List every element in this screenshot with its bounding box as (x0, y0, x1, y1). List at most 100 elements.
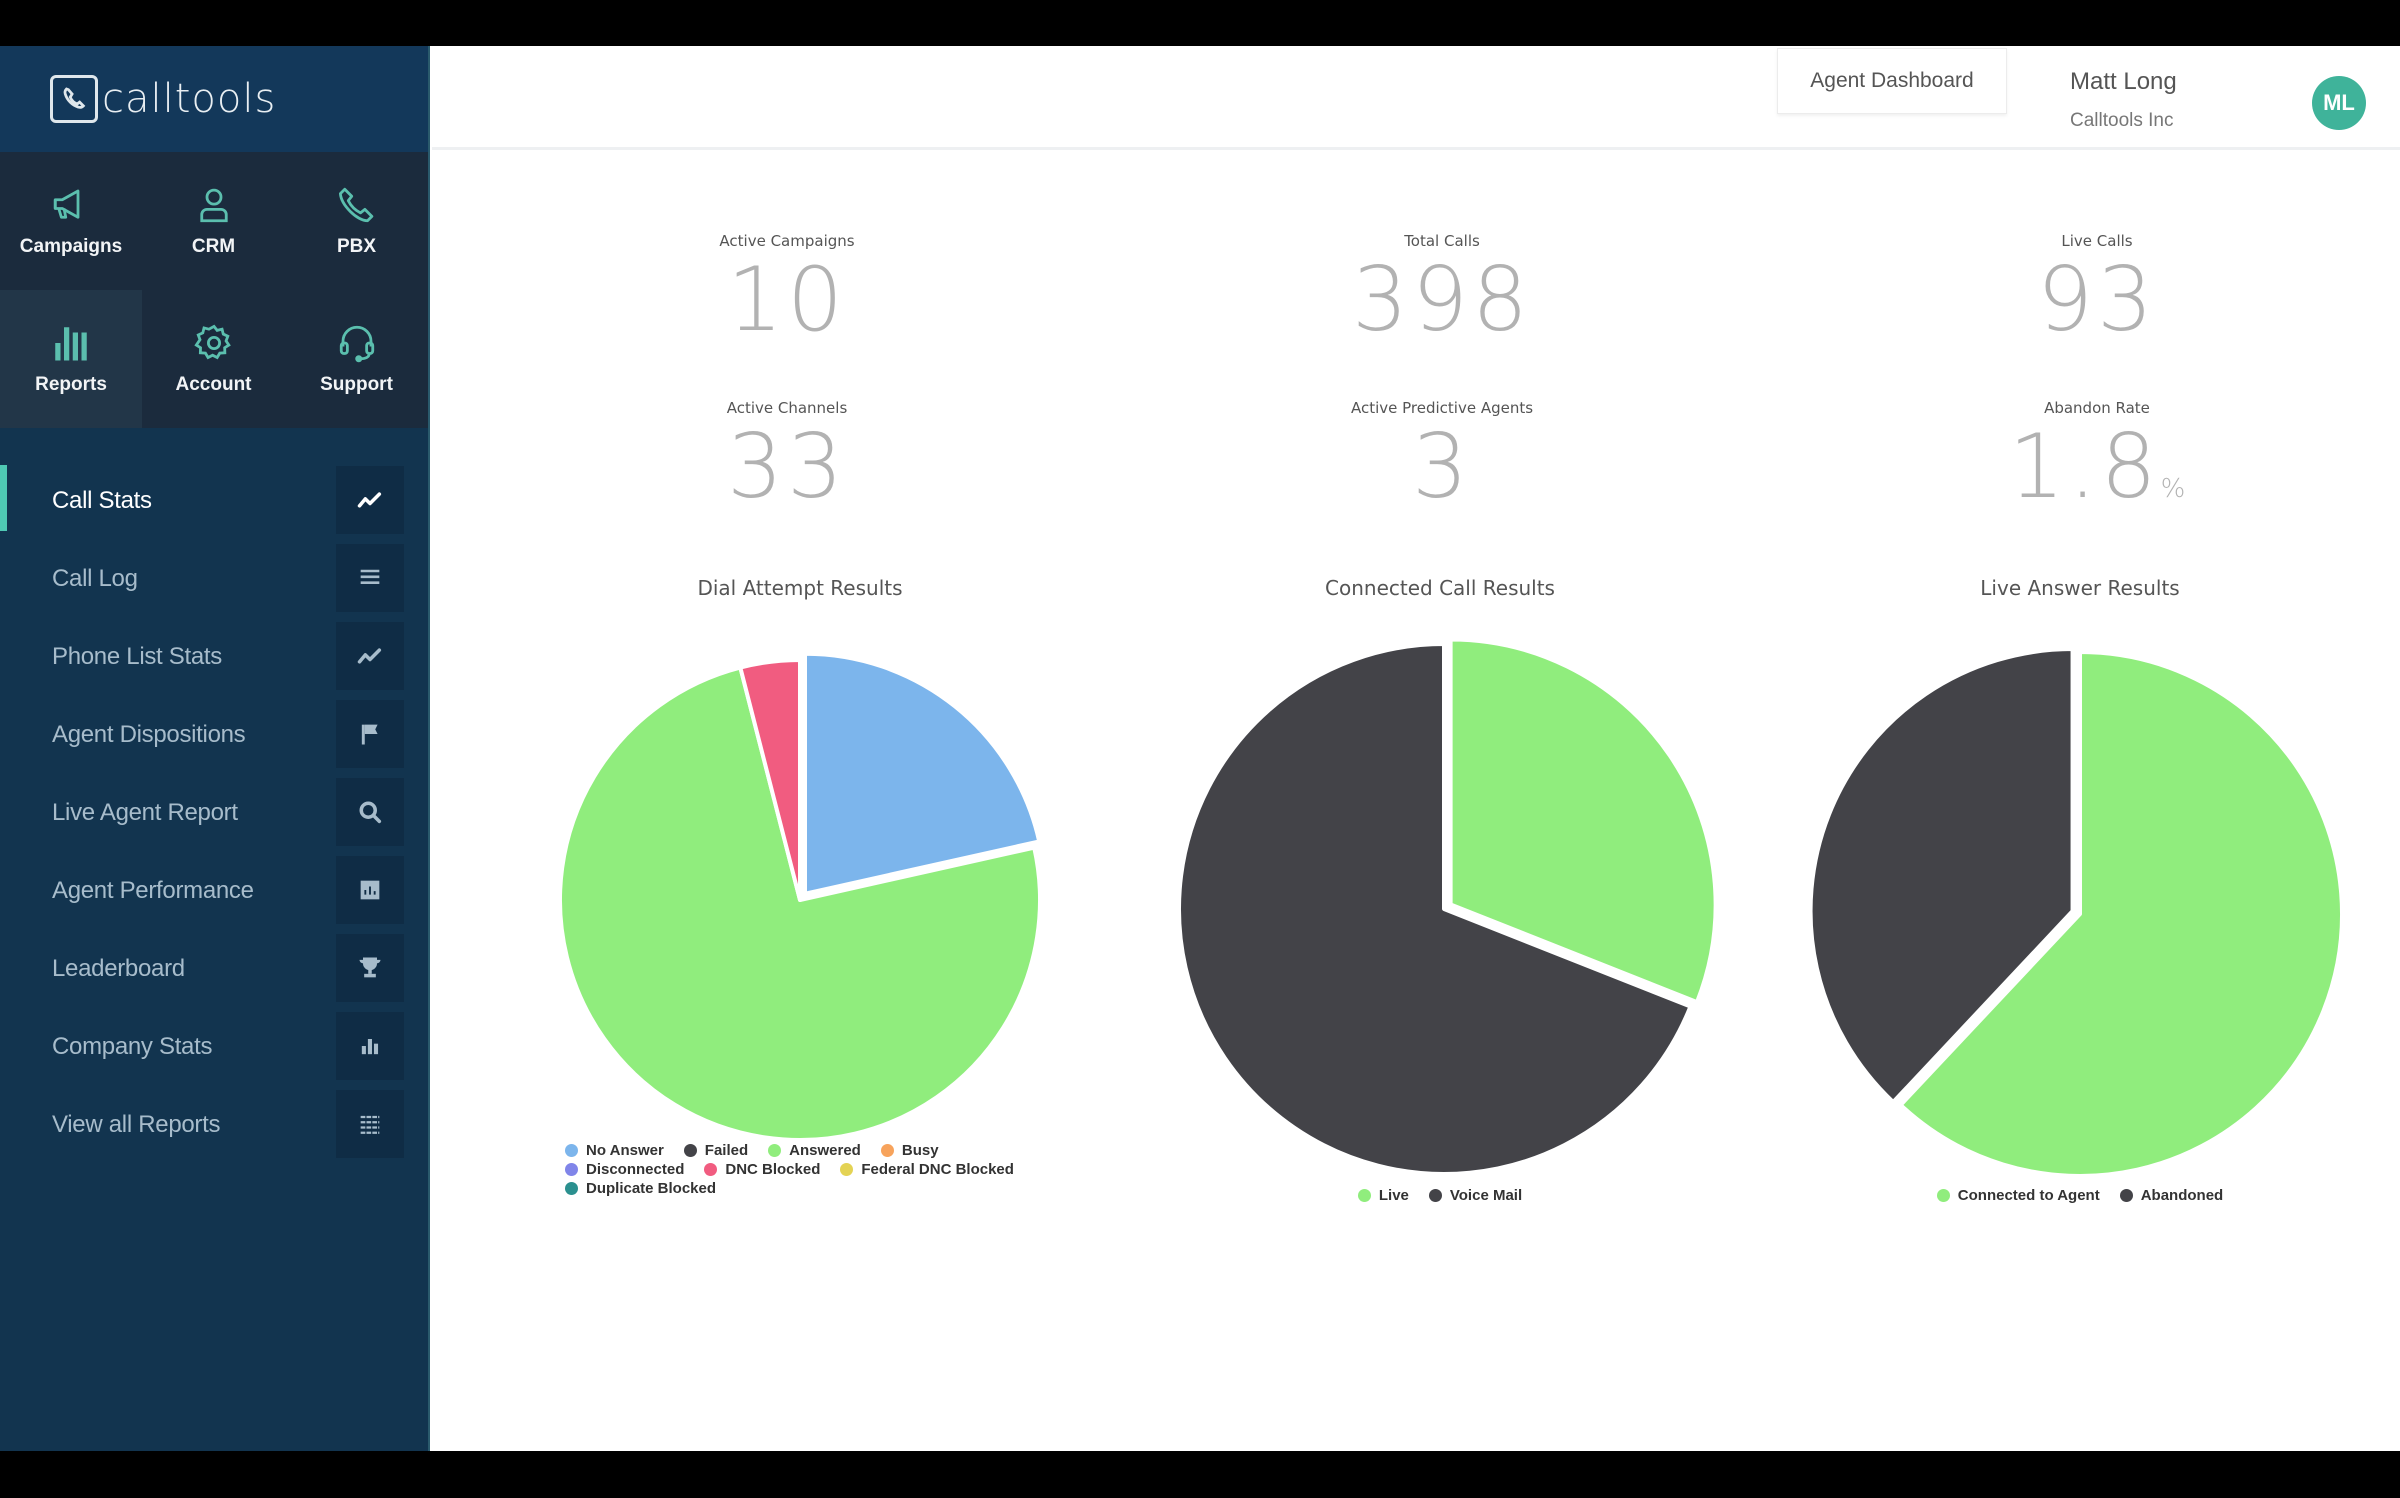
legend-item-busy[interactable]: Busy (880, 1142, 939, 1159)
stat-number: 398 (1352, 248, 1532, 351)
calltools-logo[interactable]: calltools (50, 75, 276, 123)
nav-item-call-stats[interactable]: Call Stats (0, 462, 428, 540)
nav-item-agent-performance[interactable]: Agent Performance (0, 852, 428, 930)
nav-item-agent-dispositions[interactable]: Agent Dispositions (0, 696, 428, 774)
stat-value: 398 (1242, 256, 1642, 344)
reports-nav: Call Stats Call Log Phone List Stats Age… (0, 428, 428, 1164)
nav-icon-button[interactable] (336, 622, 404, 690)
bar-chart-icon (55, 327, 87, 361)
avatar[interactable]: ML (2312, 76, 2366, 130)
legend-label: Voice Mail (1449, 1187, 1523, 1204)
legend-item-dnc-blocked[interactable]: DNC Blocked (704, 1161, 820, 1178)
nav-item-live-agent-report[interactable]: Live Agent Report (0, 774, 428, 852)
module-crm[interactable]: CRM (142, 152, 285, 290)
nav-label: Phone List Stats (52, 643, 222, 670)
headset-icon (339, 325, 374, 363)
module-pbx[interactable]: PBX (285, 152, 428, 290)
module-label: Support (320, 374, 393, 395)
pie-chart (1177, 637, 1718, 1176)
brand-name: calltools (102, 76, 277, 122)
nav-icon-button[interactable] (336, 934, 404, 1002)
module-reports[interactable]: Reports (0, 290, 142, 428)
nav-label: Leaderboard (52, 955, 185, 982)
nav-icon-button[interactable] (336, 778, 404, 846)
user-name: Matt Long (2070, 68, 2177, 95)
chart-box-icon (360, 880, 380, 900)
stat-total-calls: Total Calls 398 (1242, 232, 1642, 344)
legend-item-connected-to-agent[interactable]: Connected to Agent (1936, 1187, 2100, 1204)
stat-number: 33 (727, 415, 847, 518)
table-list-icon (360, 1115, 380, 1134)
legend-item-live[interactable]: Live (1357, 1187, 1409, 1204)
pie-chart (1808, 647, 2344, 1178)
legend-item-duplicate-blocked[interactable]: Duplicate Blocked (565, 1180, 716, 1197)
stat-active-channels: Active Channels 33 (587, 399, 987, 511)
legend-dot-icon (2119, 1189, 2133, 1202)
legend-dot-icon (704, 1163, 718, 1176)
nav-icon-button[interactable] (336, 1090, 404, 1158)
legend-dot-icon (1936, 1189, 1950, 1202)
stat-unit: % (2160, 474, 2186, 504)
nav-icon-button[interactable] (336, 700, 404, 768)
nav-item-view-all-reports[interactable]: View all Reports (0, 1086, 428, 1164)
legend-dot-icon (1357, 1189, 1371, 1202)
search-icon (359, 801, 382, 824)
legend-label: Connected to Agent (1957, 1187, 2100, 1204)
legend-item-federal-dnc-blocked[interactable]: Federal DNC Blocked (840, 1161, 1014, 1178)
chart-legend: Connected to Agent Abandoned (1790, 1187, 2370, 1204)
legend-dot-icon (880, 1144, 894, 1157)
legend-label: Busy (901, 1142, 939, 1159)
stat-value: 1.8% (1897, 423, 2297, 511)
nav-icon-button[interactable] (336, 856, 404, 924)
chart-dial-attempt-results: Dial Attempt Results No Answer Failed Answ… (510, 576, 1090, 1197)
nav-label: Company Stats (52, 1033, 213, 1060)
top-header: Agent Dashboard Matt Long Calltools Inc … (432, 46, 2400, 150)
module-support[interactable]: Support (285, 290, 428, 428)
stat-active-campaigns: Active Campaigns 10 (587, 232, 987, 344)
legend-item-answered[interactable]: Answered (768, 1142, 861, 1159)
nav-label: Agent Dispositions (52, 721, 246, 748)
chart-legend: Live Voice Mail (1150, 1187, 1730, 1204)
nav-label: Call Stats (52, 487, 152, 514)
nav-icon-button[interactable] (336, 466, 404, 534)
nav-icon-button[interactable] (336, 544, 404, 612)
legend-item-abandoned[interactable]: Abandoned (2119, 1187, 2223, 1204)
nav-item-leaderboard[interactable]: Leaderboard (0, 930, 428, 1008)
module-label: Reports (35, 374, 107, 395)
legend-item-voice-mail[interactable]: Voice Mail (1428, 1187, 1523, 1204)
legend-item-failed[interactable]: Failed (683, 1142, 748, 1159)
flag-icon (361, 724, 378, 745)
module-campaigns[interactable]: Campaigns (0, 152, 142, 290)
chart-legend: No Answer Failed Answered Busy Disconnected D… (510, 1142, 1070, 1197)
stat-value: 3 (1242, 423, 1642, 511)
module-label: PBX (336, 236, 377, 257)
legend-label: Disconnected (586, 1161, 685, 1178)
legend-label: DNC Blocked (725, 1161, 821, 1178)
gear-icon (193, 324, 231, 360)
nav-label: View all Reports (52, 1111, 221, 1138)
user-company: Calltools Inc (2070, 110, 2174, 131)
trophy-icon (359, 957, 381, 978)
module-account[interactable]: Account (142, 290, 285, 428)
nav-icon-button[interactable] (336, 1012, 404, 1080)
pie-chart (558, 651, 1042, 1142)
bar-chart-icon (361, 1039, 379, 1055)
chart-title: Live Answer Results (1980, 576, 2180, 600)
list-icon (360, 569, 380, 584)
nav-item-company-stats[interactable]: Company Stats (0, 1008, 428, 1086)
legend-item-no-answer[interactable]: No Answer (565, 1142, 664, 1159)
logo-area: calltools (0, 46, 428, 152)
nav-item-call-log[interactable]: Call Log (0, 540, 428, 618)
stat-value: 93 (1897, 256, 2297, 344)
module-label: CRM (191, 236, 236, 257)
legend-item-disconnected[interactable]: Disconnected (565, 1161, 684, 1178)
agent-dashboard-button[interactable]: Agent Dashboard (1777, 48, 2007, 114)
module-label: Account (175, 374, 252, 395)
stat-value: 33 (587, 423, 987, 511)
stat-number: 93 (2037, 248, 2157, 351)
chart-live-answer-results: Live Answer Results Connected to Agent Ab… (1790, 576, 2370, 1204)
stat-active-predictive-agents: Active Predictive Agents 3 (1242, 399, 1642, 511)
nav-item-phone-list-stats[interactable]: Phone List Stats (0, 618, 428, 696)
stat-number: 1.8 (2008, 415, 2161, 518)
nav-label: Live Agent Report (52, 799, 238, 826)
